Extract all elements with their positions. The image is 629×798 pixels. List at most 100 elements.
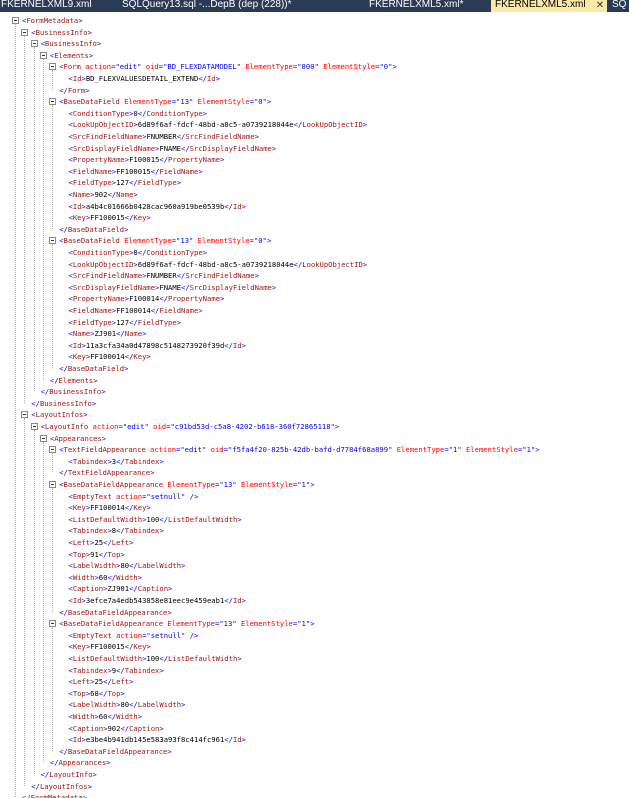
- code-line[interactable]: <FieldType>127</FieldType>: [69, 177, 182, 188]
- code-line[interactable]: <ListDefaultWidth>100</ListDefaultWidth>: [69, 514, 242, 525]
- xml-text-value: 127: [116, 178, 130, 188]
- code-line[interactable]: <LookUpObjectID>6d89f6af-fdcf-48bd-a8c5-…: [69, 119, 368, 130]
- collapse-toggle-icon[interactable]: [12, 17, 19, 24]
- code-line[interactable]: <SrcDisplayFieldName>FNAME</SrcDisplayFi…: [69, 282, 277, 293]
- code-line[interactable]: <Caption>ZJ901</Caption>: [69, 583, 173, 594]
- code-line[interactable]: <Top>68</Top>: [69, 688, 125, 699]
- code-line[interactable]: <Id>e3be4b941db145e583a93f8c414fc961</Id…: [69, 734, 246, 745]
- code-line[interactable]: </TextFieldAppearance>: [59, 467, 154, 478]
- code-line[interactable]: <FieldName>FF100014</FieldName>: [69, 305, 203, 316]
- code-line[interactable]: <BusinessInfo>: [41, 38, 102, 49]
- code-line[interactable]: </Elements>: [50, 375, 98, 386]
- collapse-toggle-icon[interactable]: [39, 51, 47, 59]
- collapse-toggle-icon[interactable]: [21, 411, 29, 419]
- code-line[interactable]: <Form action="edit" oid="BD_FLEXDATAMODE…: [59, 61, 397, 72]
- code-line[interactable]: <PropertyName>F100014</PropertyName>: [69, 293, 225, 304]
- code-line[interactable]: <LayoutInfo action="edit" oid="c91bd53d-…: [41, 421, 340, 432]
- code-line[interactable]: <Width>60</Width>: [69, 572, 143, 583]
- xml-bracket: >: [137, 712, 143, 721]
- tab-fkernelxml5-modified[interactable]: FKERNELXML5.xml*: [369, 0, 484, 12]
- code-line[interactable]: <ConditionType>0</ConditionType>: [69, 247, 208, 258]
- code-line[interactable]: <Top>91</Top>: [69, 549, 125, 560]
- code-line[interactable]: <Id>BD_FLEXVALUESDETAIL_EXTEND</Id>: [69, 73, 220, 84]
- tab-sq[interactable]: SQ: [612, 0, 629, 12]
- xml-tag-name: ListDefaultWidth: [72, 514, 143, 524]
- code-line[interactable]: <Appearances>: [50, 433, 106, 444]
- code-line[interactable]: <EmptyText action="setnull" />: [69, 491, 199, 502]
- code-line[interactable]: <ListDefaultWidth>100</ListDefaultWidth>: [69, 653, 242, 664]
- code-line[interactable]: <LabelWidth>80</LabelWidth>: [69, 560, 186, 571]
- code-line[interactable]: <FieldType>127</FieldType>: [69, 317, 182, 328]
- code-line[interactable]: <LayoutInfos>: [31, 409, 87, 420]
- collapse-toggle-icon[interactable]: [49, 98, 57, 106]
- code-line[interactable]: </BaseDataField>: [59, 363, 128, 374]
- code-line[interactable]: <Width>60</Width>: [69, 711, 143, 722]
- code-line[interactable]: <EmptyText action="setnull" />: [69, 630, 199, 641]
- code-line[interactable]: <Name>902</Name>: [69, 189, 138, 200]
- code-line[interactable]: <TextFieldAppearance action="edit" oid="…: [59, 444, 539, 455]
- collapse-toggle-icon[interactable]: [49, 237, 57, 245]
- code-line[interactable]: <Key>FF100015</Key>: [69, 212, 151, 223]
- code-line[interactable]: <SrcFindFieldName>FNUMBER</SrcFindFieldN…: [69, 131, 259, 142]
- code-line[interactable]: <LookUpObjectID>6d89f6af-fdcf-48bd-a8c5-…: [69, 259, 368, 270]
- code-line[interactable]: <Left>25</Left>: [69, 676, 134, 687]
- close-icon[interactable]: ✕: [593, 0, 607, 12]
- tab-fkernelxml5-active[interactable]: FKERNELXML5.xml: [491, 0, 593, 12]
- xml-text-value: FF100015: [90, 213, 125, 223]
- code-line[interactable]: </BaseDataFieldAppearance>: [59, 746, 172, 757]
- collapse-toggle-icon[interactable]: [49, 446, 57, 454]
- code-line[interactable]: </Appearances>: [50, 757, 111, 768]
- xml-tag-name: LabelWidth: [72, 561, 117, 571]
- code-line[interactable]: <ConditionType>0</ConditionType>: [69, 108, 208, 119]
- code-line[interactable]: <BaseDataFieldAppearance ElementType="13…: [59, 479, 314, 490]
- xml-bracket: >: [219, 155, 225, 165]
- code-line[interactable]: <Key>FF100015</Key>: [69, 641, 151, 652]
- collapse-toggle-icon[interactable]: [30, 40, 38, 48]
- code-line[interactable]: </LayoutInfo>: [41, 769, 97, 780]
- code-line[interactable]: <FormMetadata>: [22, 15, 83, 26]
- code-line[interactable]: <Left>25</Left>: [69, 537, 134, 548]
- code-line[interactable]: <Caption>902</Caption>: [69, 723, 164, 734]
- code-line[interactable]: </FormMetadata>: [22, 792, 87, 798]
- collapse-toggle-icon[interactable]: [49, 481, 57, 488]
- code-line[interactable]: <Id>3efce7a4edb543858e81eec9e459eab1</Id…: [69, 595, 246, 606]
- code-line[interactable]: </Form>: [59, 85, 89, 96]
- code-line[interactable]: </BusinessInfo>: [31, 398, 96, 409]
- collapse-toggle-icon[interactable]: [39, 434, 47, 442]
- code-line[interactable]: <Key>FF100014</Key>: [69, 351, 151, 362]
- code-line[interactable]: </BusinessInfo>: [41, 386, 106, 397]
- xml-attribute-value: "1": [297, 619, 311, 629]
- code-line[interactable]: <PropertyName>F100015</PropertyName>: [69, 154, 225, 165]
- code-line[interactable]: <Id>a4b4c01666b0428cac960a919be0539b</Id…: [69, 201, 246, 212]
- code-line[interactable]: <Name>ZJ901</Name>: [69, 328, 147, 339]
- collapse-toggle-icon[interactable]: [49, 620, 57, 628]
- collapse-toggle-icon[interactable]: [49, 63, 57, 71]
- code-line[interactable]: <Key>FF100014</Key>: [69, 502, 151, 513]
- code-line[interactable]: <SrcDisplayFieldName>FNAME</SrcDisplayFi…: [69, 143, 277, 154]
- xml-editor[interactable]: <FormMetadata> <BusinessInfo> <BusinessInf…: [0, 12, 629, 798]
- xml-tag-name: Name: [124, 329, 143, 339]
- xml-bracket: >: [254, 271, 259, 281]
- code-line[interactable]: <LabelWidth>80</LabelWidth>: [69, 699, 186, 710]
- tab-sqlquery13[interactable]: SQLQuery13.sql -...DepB (dep (228))*: [122, 0, 352, 12]
- code-line[interactable]: <BaseDataField ElementType="13" ElementS…: [59, 96, 271, 107]
- code-line[interactable]: <BaseDataFieldAppearance ElementType="13…: [59, 618, 314, 629]
- xml-text-value: FF100014: [90, 352, 125, 362]
- xml-bracket: >: [88, 50, 94, 60]
- code-line[interactable]: </BaseDataField>: [59, 224, 128, 235]
- code-line[interactable]: <BusinessInfo>: [31, 27, 92, 38]
- code-line[interactable]: <BaseDataField ElementType="13" ElementS…: [59, 235, 271, 246]
- collapse-toggle-icon[interactable]: [30, 423, 38, 430]
- code-line[interactable]: <Tabindex>8</Tabindex>: [69, 525, 164, 536]
- tab-fkernelxml9[interactable]: FKERNELXML9.xml: [1, 0, 111, 12]
- xml-bracket: </: [107, 572, 117, 582]
- code-line[interactable]: <Id>11a3cfa34a0d47898c5148273920f39d</Id…: [69, 340, 246, 351]
- code-line[interactable]: </BaseDataFieldAppearance>: [59, 607, 172, 618]
- code-line[interactable]: <SrcFindFieldName>FNUMBER</SrcFindFieldN…: [69, 270, 259, 281]
- code-line[interactable]: <Tabindex>9</Tabindex>: [69, 665, 164, 676]
- code-line[interactable]: <Tabindex>3</Tabindex>: [69, 456, 164, 467]
- code-line[interactable]: </LayoutInfos>: [31, 781, 92, 792]
- collapse-toggle-icon[interactable]: [21, 28, 29, 36]
- code-line[interactable]: <Elements>: [50, 50, 93, 61]
- code-line[interactable]: <FieldName>FF100015</FieldName>: [69, 166, 203, 177]
